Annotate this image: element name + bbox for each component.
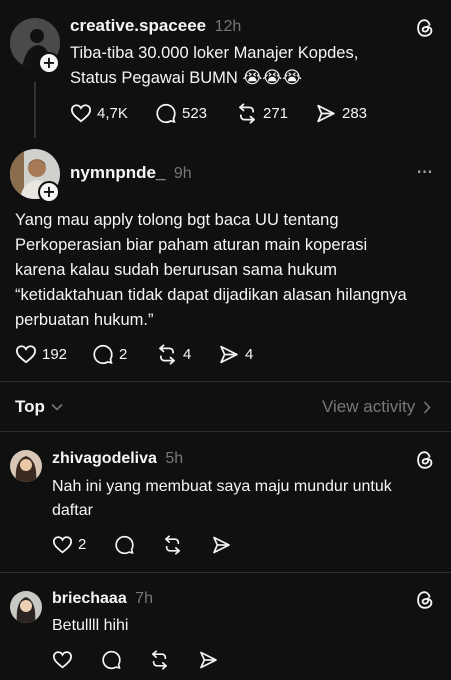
- repost-icon: [159, 344, 175, 365]
- post-time: 9h: [173, 165, 192, 182]
- heart-icon: [15, 345, 37, 364]
- reply-text: Nah ini yang membuat saya maju mundur un…: [52, 478, 392, 519]
- repost-button[interactable]: [162, 535, 183, 555]
- post-time: 12h: [214, 18, 242, 35]
- username[interactable]: nymnpnde_: [70, 163, 165, 182]
- repost-icon: [165, 535, 180, 555]
- send-icon: [200, 651, 217, 669]
- divider: [0, 572, 451, 573]
- view-activity-label: View activity: [322, 397, 416, 416]
- post-header: nymnpnde_ 9h: [70, 163, 192, 183]
- post-text: Yang mau apply tolong bgt baca UU tentan…: [15, 211, 407, 329]
- comment-bubble-icon: [156, 103, 176, 124]
- reply-header: zhivagodeliva 5h: [52, 450, 183, 468]
- view-activity-link[interactable]: View activity: [322, 397, 431, 417]
- share-button[interactable]: 4: [218, 344, 253, 365]
- chevron-right-icon: [424, 400, 431, 414]
- divider: [0, 431, 451, 432]
- threads-logo-icon[interactable]: [414, 17, 436, 39]
- repost-button[interactable]: 271: [236, 103, 288, 124]
- follow-plus-button[interactable]: +: [38, 52, 60, 74]
- avatar-photo: [10, 450, 42, 482]
- like-count: 2: [78, 536, 87, 553]
- share-count: 4: [245, 346, 254, 363]
- avatar-photo: [10, 591, 42, 623]
- post-text: Tiba-tiba 30.000 loker Manajer Kopdes, S…: [70, 44, 359, 88]
- username[interactable]: zhivagodeliva: [52, 450, 157, 467]
- avatar-briechaaa[interactable]: [10, 591, 42, 623]
- reply-time: 5h: [165, 450, 184, 467]
- heart-icon: [70, 104, 92, 123]
- sort-label: Top: [15, 397, 45, 416]
- repost-count: 271: [263, 105, 289, 122]
- comment-button[interactable]: [114, 535, 135, 555]
- comment-button[interactable]: 2: [92, 344, 127, 365]
- like-count: 192: [42, 345, 68, 363]
- repost-button[interactable]: 4: [156, 344, 191, 365]
- chevron-down-icon: [51, 403, 63, 411]
- username[interactable]: briechaaa: [52, 590, 127, 607]
- repost-count: 4: [183, 346, 192, 363]
- like-count: 4,7K: [97, 104, 128, 122]
- share-button[interactable]: 283: [315, 103, 367, 124]
- send-icon: [220, 345, 238, 364]
- avatar-zhivagodeliva[interactable]: [10, 450, 42, 482]
- repost-button[interactable]: [149, 650, 170, 670]
- comment-bubble-icon: [93, 344, 113, 365]
- reply-time: 7h: [135, 590, 153, 607]
- like-button[interactable]: 192: [15, 344, 67, 364]
- like-button[interactable]: [52, 650, 73, 669]
- follow-plus-button[interactable]: +: [38, 181, 60, 203]
- threads-logo-icon[interactable]: [414, 589, 436, 611]
- post-header: creative.spaceee 12h: [70, 16, 241, 36]
- comment-bubble-icon: [102, 650, 121, 670]
- divider: [0, 381, 451, 382]
- threads-logo-icon[interactable]: [414, 449, 436, 471]
- repost-icon: [152, 650, 167, 670]
- heart-icon: [52, 651, 73, 669]
- sort-dropdown[interactable]: Top: [15, 397, 63, 417]
- thread-connector-line: [34, 82, 36, 138]
- comment-count: 523: [182, 105, 208, 122]
- comment-button[interactable]: 523: [155, 103, 207, 124]
- comment-count: 2: [119, 346, 128, 363]
- send-icon: [213, 536, 230, 554]
- reply-text: Betullll hihi: [52, 617, 129, 634]
- comment-bubble-icon: [115, 535, 134, 555]
- like-button[interactable]: 2: [52, 535, 86, 554]
- like-button[interactable]: 4,7K: [70, 103, 128, 123]
- heart-icon: [52, 536, 73, 554]
- share-count: 283: [342, 105, 368, 122]
- crying-emoji-icon: 😭😭😭: [242, 68, 303, 88]
- comment-button[interactable]: [101, 650, 122, 670]
- share-button[interactable]: [198, 650, 219, 670]
- send-icon: [317, 104, 335, 123]
- share-button[interactable]: [211, 535, 232, 555]
- username[interactable]: creative.spaceee: [70, 16, 206, 35]
- more-options-button[interactable]: ···: [416, 160, 433, 184]
- repost-icon: [239, 103, 255, 124]
- reply-header: briechaaa 7h: [52, 590, 153, 608]
